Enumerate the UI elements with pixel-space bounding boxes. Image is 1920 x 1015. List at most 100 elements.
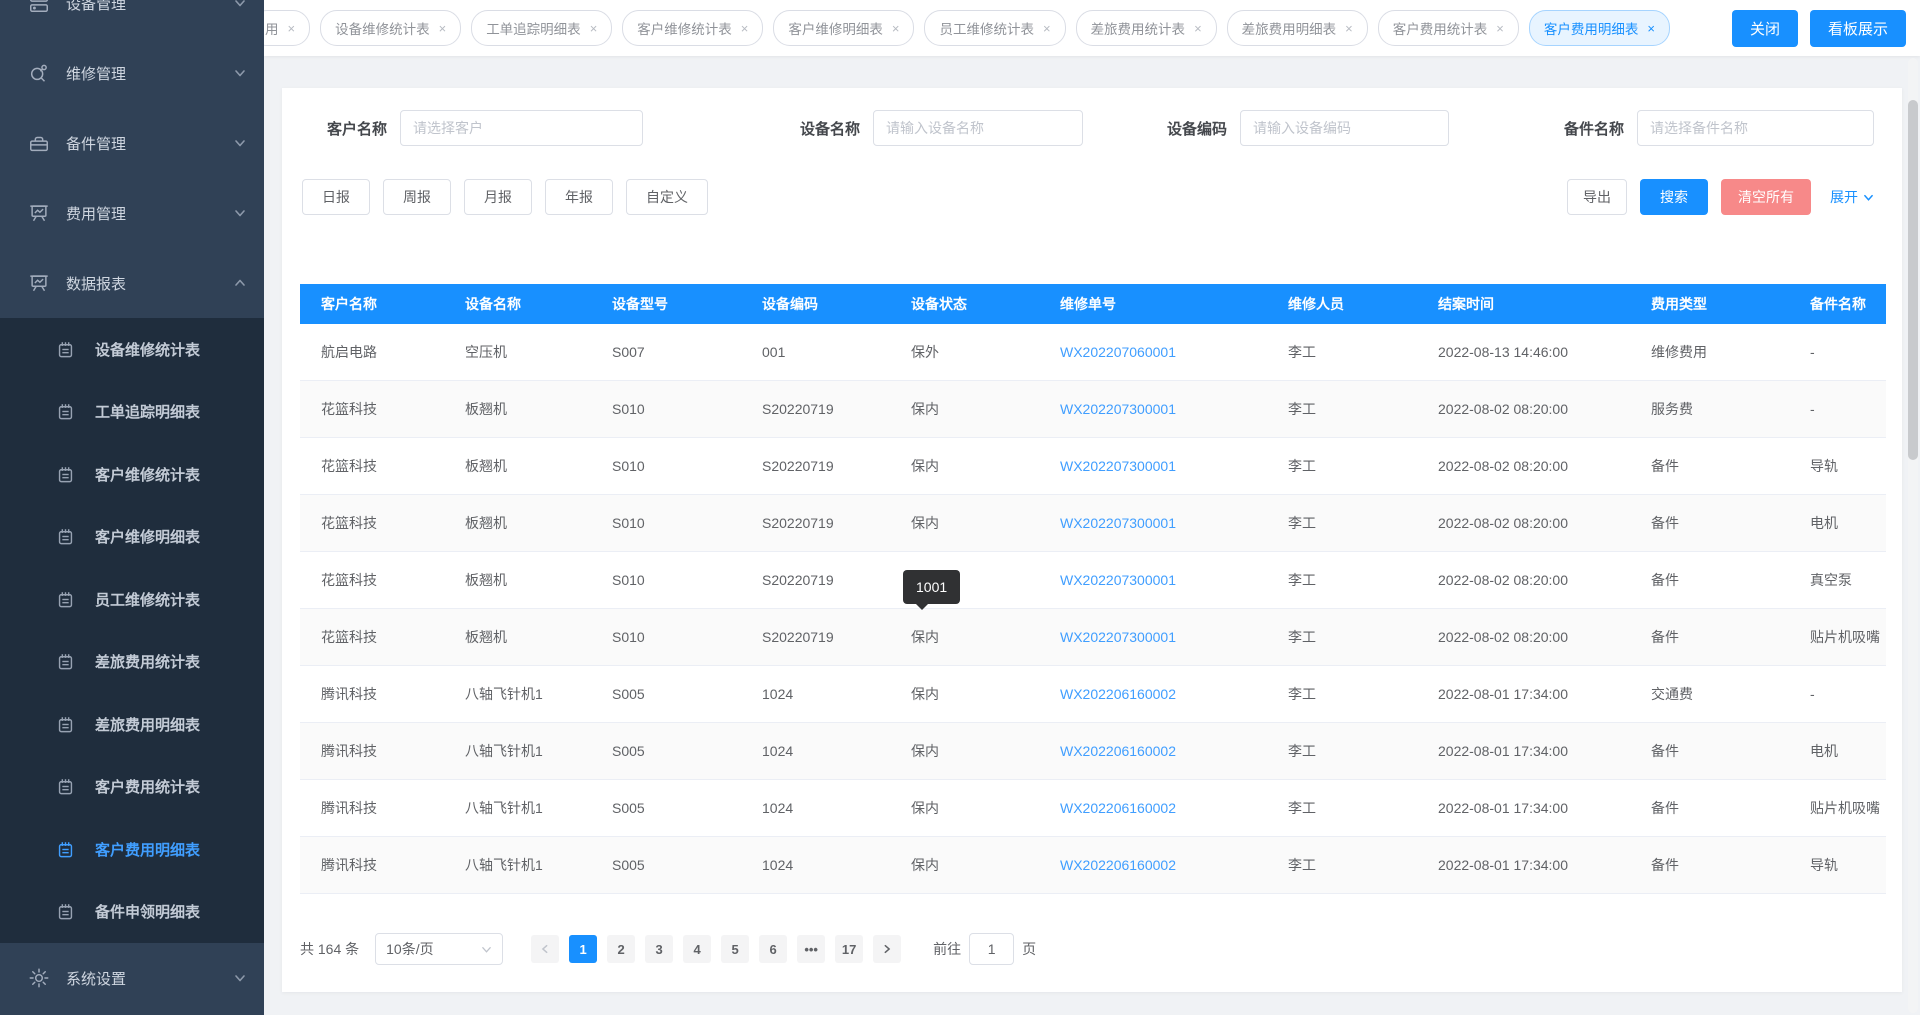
device-name-input[interactable]: 请输入设备名称 <box>873 110 1083 146</box>
sidebar-item-系统设置[interactable]: 系统设置 <box>0 943 264 1013</box>
sidebar-subitem-客户费用统计表[interactable]: 客户费用统计表 <box>0 756 264 819</box>
cell-设备型号: S005 <box>591 723 741 780</box>
close-icon[interactable]: × <box>1194 22 1202 35</box>
table-row: 花篮科技板翘机S010S20220719保内WX202207300001李工20… <box>300 438 1886 495</box>
sidebar-subitem-label: 客户费用统计表 <box>95 776 200 797</box>
goto-page-input[interactable] <box>969 933 1014 965</box>
cell-客户名称: 花篮科技 <box>300 381 444 438</box>
device-code-input[interactable]: 请输入设备编码 <box>1240 110 1449 146</box>
search-button[interactable]: 搜索 <box>1640 179 1708 215</box>
customer-name-select[interactable]: 请选择客户 <box>400 110 643 146</box>
tab-差旅费用明细表[interactable]: 差旅费用明细表× <box>1227 10 1368 46</box>
sidebar-item-费用管理[interactable]: 费用管理 <box>0 178 264 248</box>
close-icon[interactable]: × <box>590 22 598 35</box>
close-icon[interactable]: × <box>892 22 900 35</box>
work-order-link[interactable]: WX202207300001 <box>1060 629 1176 645</box>
sidebar-subitem-备件申领明细表[interactable]: 备件申领明细表 <box>0 881 264 944</box>
tab-客户维修明细表[interactable]: 客户维修明细表× <box>773 10 914 46</box>
range-button-月报[interactable]: 月报 <box>464 179 532 215</box>
tab-客户费用明细表[interactable]: 客户费用明细表× <box>1529 10 1670 46</box>
work-order-link[interactable]: WX202206160002 <box>1060 743 1176 759</box>
close-icon[interactable]: × <box>1647 22 1655 35</box>
work-order-link[interactable]: WX202206160002 <box>1060 857 1176 873</box>
cell-备件名称: 电机 <box>1789 495 1886 552</box>
table-row: 腾讯科技八轴飞针机1S0051024保内WX202206160002李工2022… <box>300 666 1886 723</box>
filter-label: 备件名称 <box>1564 118 1624 139</box>
work-order-link[interactable]: WX202206160002 <box>1060 686 1176 702</box>
page-button-17[interactable]: 17 <box>835 935 863 963</box>
scrollbar-thumb[interactable] <box>1908 100 1918 460</box>
page-button-3[interactable]: 3 <box>645 935 673 963</box>
sidebar-subitem-客户维修统计表[interactable]: 客户维修统计表 <box>0 443 264 506</box>
tab-工单追踪明细表[interactable]: 工单追踪明细表× <box>471 10 612 46</box>
notebook-icon <box>56 402 75 421</box>
export-button[interactable]: 导出 <box>1567 179 1627 215</box>
sidebar-item-设备管理[interactable]: 设备管理 <box>0 0 264 38</box>
range-button-周报[interactable]: 周报 <box>383 179 451 215</box>
sidebar-item-备件管理[interactable]: 备件管理 <box>0 108 264 178</box>
close-icon[interactable]: × <box>741 22 749 35</box>
cell-维修人员: 李工 <box>1267 609 1417 666</box>
work-order-link[interactable]: WX202207060001 <box>1060 344 1176 360</box>
sidebar-subitem-差旅费用统计表[interactable]: 差旅费用统计表 <box>0 631 264 694</box>
tab-员工维修统计表[interactable]: 员工维修统计表× <box>924 10 1065 46</box>
close-icon[interactable]: × <box>288 22 296 35</box>
range-button-年报[interactable]: 年报 <box>545 179 613 215</box>
cell-备件名称: 导轨 <box>1789 438 1886 495</box>
page-button-5[interactable]: 5 <box>721 935 749 963</box>
sidebar-subitem-设备维修统计表[interactable]: 设备维修统计表 <box>0 318 264 381</box>
next-page-button[interactable] <box>873 935 901 963</box>
page-button-1[interactable]: 1 <box>569 935 597 963</box>
sidebar-item-维修管理[interactable]: 维修管理 <box>0 38 264 108</box>
page-size-select[interactable]: 10条/页 <box>375 933 503 965</box>
work-order-link[interactable]: WX202207300001 <box>1060 458 1176 474</box>
board-display-button[interactable]: 看板展示 <box>1810 10 1906 47</box>
tab-partial[interactable]: 用 × <box>264 10 310 46</box>
page-button-6[interactable]: 6 <box>759 935 787 963</box>
sidebar-subitem-员工维修统计表[interactable]: 员工维修统计表 <box>0 568 264 631</box>
work-order-link[interactable]: WX202207300001 <box>1060 572 1176 588</box>
close-icon[interactable]: × <box>1496 22 1504 35</box>
cell-设备编码: 1024 <box>741 666 890 723</box>
tab-客户费用统计表[interactable]: 客户费用统计表× <box>1378 10 1519 46</box>
clear-all-button[interactable]: 清空所有 <box>1721 179 1811 215</box>
cell-设备编码: S20220719 <box>741 609 890 666</box>
close-button[interactable]: 关闭 <box>1732 10 1798 47</box>
close-icon[interactable]: × <box>439 22 447 35</box>
tab-设备维修统计表[interactable]: 设备维修统计表× <box>320 10 461 46</box>
sidebar-subitem-工单追踪明细表[interactable]: 工单追踪明细表 <box>0 381 264 444</box>
cell-结案时间: 2022-08-02 08:20:00 <box>1417 438 1630 495</box>
range-button-日报[interactable]: 日报 <box>302 179 370 215</box>
close-icon[interactable]: × <box>1345 22 1353 35</box>
part-name-select[interactable]: 请选择备件名称 <box>1637 110 1874 146</box>
cell-费用类型: 备件 <box>1630 780 1789 837</box>
work-order-link[interactable]: WX202207300001 <box>1060 515 1176 531</box>
expand-button[interactable]: 展开 <box>1824 186 1880 208</box>
cell-设备型号: S010 <box>591 381 741 438</box>
notebook-icon <box>56 340 75 359</box>
sidebar-item-数据报表[interactable]: 数据报表 <box>0 248 264 318</box>
close-icon[interactable]: × <box>1043 22 1051 35</box>
more-pages-button[interactable]: ••• <box>797 935 825 963</box>
tab-客户维修统计表[interactable]: 客户维修统计表× <box>622 10 763 46</box>
cell-设备名称: 板翘机 <box>444 438 591 495</box>
sidebar-subitem-差旅费用明细表[interactable]: 差旅费用明细表 <box>0 693 264 756</box>
work-order-link[interactable]: WX202206160002 <box>1060 800 1176 816</box>
filter-group-备件名称: 备件名称请选择备件名称 <box>1564 110 1874 146</box>
notebook-icon <box>56 465 75 484</box>
column-header-备件名称: 备件名称 <box>1789 284 1886 324</box>
cell-客户名称: 花篮科技 <box>300 609 444 666</box>
cell-设备名称: 板翘机 <box>444 495 591 552</box>
page-button-4[interactable]: 4 <box>683 935 711 963</box>
page-button-2[interactable]: 2 <box>607 935 635 963</box>
sidebar-subitem-客户维修明细表[interactable]: 客户维修明细表 <box>0 506 264 569</box>
chevron-down-icon <box>1863 192 1874 203</box>
column-header-设备编码: 设备编码 <box>741 284 890 324</box>
cell-设备型号: S010 <box>591 552 741 609</box>
chevron-down-icon <box>234 0 246 9</box>
work-order-link[interactable]: WX202207300001 <box>1060 401 1176 417</box>
tab-差旅费用统计表[interactable]: 差旅费用统计表× <box>1076 10 1217 46</box>
sidebar-subitem-客户费用明细表[interactable]: 客户费用明细表 <box>0 818 264 881</box>
range-button-自定义[interactable]: 自定义 <box>626 179 708 215</box>
prev-page-button[interactable] <box>531 935 559 963</box>
